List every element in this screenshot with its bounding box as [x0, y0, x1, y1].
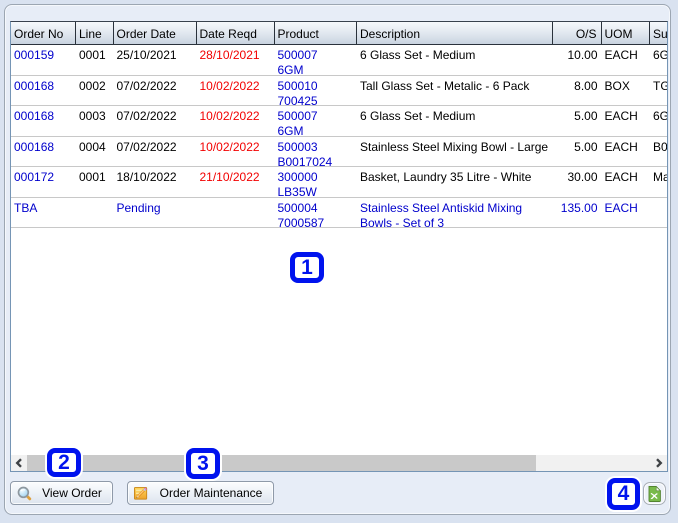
cell-description: Basket, Laundry 35 Litre - White [360, 170, 532, 184]
cell-o-s: 8.00 [574, 78, 598, 93]
order-row-5[interactable]: 000172 0001 18/10/2022 21/10/2022 300000 LB3… [11, 167, 667, 198]
cell-uom: EACH [604, 139, 638, 154]
column-header-order-date[interactable]: Order Date [114, 22, 197, 44]
cell-order-no: 000168 [14, 78, 55, 93]
annotation-2-number: 2 [58, 450, 70, 474]
column-header-product[interactable]: Product [275, 22, 357, 44]
annotation-1-number: 1 [301, 255, 313, 279]
scroll-left-button[interactable] [11, 455, 27, 471]
cell-date-reqd: 28/10/2021 [199, 48, 260, 62]
scroll-left-arrow-icon [15, 458, 22, 468]
cell-o-s: 5.00 [574, 139, 598, 154]
cell-o-s: 5.00 [574, 109, 598, 123]
cell-order-no: 000168 [14, 139, 55, 154]
cell-su: Ma [653, 170, 667, 184]
cell-line: 0001 [79, 48, 106, 62]
cell-product: 500004 7000587 [277, 200, 325, 228]
order-row-2[interactable]: 000168 0002 07/02/2022 10/02/2022 500010 700… [11, 75, 667, 106]
cell-order-date: 25/10/2021 [116, 48, 177, 62]
cell-line: 0001 [79, 170, 106, 184]
cell-description: Stainless Steel Antiskid Mixing Bowls - … [360, 200, 523, 228]
cell-product: 500010 700425 [277, 78, 318, 106]
cell-uom: EACH [604, 170, 638, 184]
cell-uom: EACH [604, 109, 638, 123]
cell-description: 6 Glass Set - Medium [360, 109, 476, 123]
cell-su: 6G [653, 48, 667, 62]
column-header-line[interactable]: Line [76, 22, 114, 44]
cell-line: 0002 [79, 78, 106, 93]
cell-description: Stainless Steel Mixing Bowl - Large [360, 139, 549, 154]
annotation-4-number: 4 [617, 482, 630, 505]
grid-rows: 000159 0001 25/10/2021 28/10/2021 500007 6GM… [11, 45, 667, 228]
scroll-right-button[interactable] [651, 455, 667, 471]
annotation-box-4: 4 [607, 478, 640, 510]
cell-product: 500007 6GM [277, 109, 318, 136]
order-maintenance-button[interactable]: Order Maintenance [127, 481, 274, 505]
annotation-box-1: 1 [290, 252, 324, 283]
annotation-box-2: 2 [47, 448, 81, 477]
cell-product: 500003 B0017024 [277, 139, 333, 167]
order-row-6[interactable]: TBA Pending 500004 7000587 Stainless Steel … [11, 197, 667, 228]
cell-o-s: 30.00 [567, 170, 598, 184]
scrollbar-thumb[interactable] [27, 455, 536, 471]
orders-grid: Order No Line Order Date Date Reqd Product De… [10, 21, 668, 472]
edit-form-icon [134, 486, 148, 500]
magnifier-icon [17, 486, 32, 500]
cell-uom: EACH [604, 200, 638, 215]
column-header-uom[interactable]: UOM [602, 22, 650, 44]
cell-order-date: 07/02/2022 [116, 78, 177, 93]
cell-product: 300000 LB35W [277, 170, 318, 197]
cell-product: 500007 6GM [277, 48, 318, 75]
excel-file-icon [648, 485, 661, 502]
order-row-4[interactable]: 000168 0004 07/02/2022 10/02/2022 500003 B00… [11, 136, 667, 167]
cell-su [650, 198, 667, 228]
cell-su: B0 [653, 139, 667, 154]
cell-uom: BOX [604, 78, 630, 93]
order-row-3[interactable]: 000168 0003 07/02/2022 10/02/2022 500007 6GM… [11, 106, 667, 137]
cell-order-date: 07/02/2022 [116, 109, 177, 123]
cell-o-s: 135.00 [560, 200, 598, 215]
cell-date-reqd [197, 198, 275, 228]
export-excel-button[interactable] [643, 482, 666, 505]
order-maintenance-label: Order Maintenance [159, 486, 263, 500]
cell-o-s: 10.00 [567, 48, 598, 62]
cell-su: 6G [653, 109, 667, 123]
cell-order-date: 18/10/2022 [116, 170, 177, 184]
cell-description: Tall Glass Set - Metalic - 6 Pack [360, 78, 530, 93]
annotation-3-number: 3 [197, 451, 209, 475]
scrollbar-track[interactable] [27, 455, 651, 471]
cell-line: 0003 [79, 109, 106, 123]
column-header-date-reqd[interactable]: Date Reqd [197, 22, 275, 44]
view-order-button[interactable]: View Order [10, 481, 113, 505]
cell-date-reqd: 10/02/2022 [199, 78, 260, 93]
cell-line: 0004 [79, 139, 106, 154]
scroll-right-arrow-icon [656, 458, 663, 468]
cell-date-reqd: 10/02/2022 [199, 139, 260, 154]
cell-order-date: 07/02/2022 [116, 139, 177, 154]
column-header-su[interactable]: Su [650, 22, 667, 44]
column-header-o-s[interactable]: O/S [553, 22, 602, 44]
cell-order-no: TBA [14, 200, 38, 215]
order-row-1[interactable]: 000159 0001 25/10/2021 28/10/2021 500007 6GM… [11, 45, 667, 76]
cell-order-no: 000172 [14, 170, 55, 184]
view-order-label: View Order [42, 486, 102, 500]
cell-order-date: Pending [116, 200, 161, 215]
cell-order-no: 000159 [14, 48, 55, 62]
cell-date-reqd: 10/02/2022 [199, 109, 260, 123]
cell-order-no: 000168 [14, 109, 55, 123]
column-header-order-no[interactable]: Order No [11, 22, 76, 44]
cell-date-reqd: 21/10/2022 [199, 170, 260, 184]
column-header-description[interactable]: Description [357, 22, 553, 44]
cell-su: TG [653, 78, 667, 93]
cell-line [76, 198, 114, 228]
cell-uom: EACH [604, 48, 638, 62]
cell-description: 6 Glass Set - Medium [360, 48, 476, 62]
annotation-box-3: 3 [186, 448, 220, 479]
horizontal-scrollbar[interactable] [11, 455, 667, 471]
grid-header: Order No Line Order Date Date Reqd Product De… [11, 22, 667, 45]
